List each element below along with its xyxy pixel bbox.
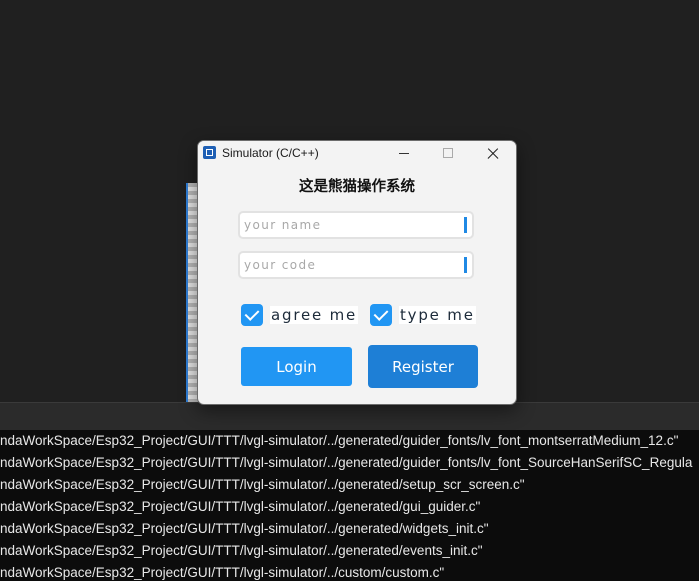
terminal-output: ndaWorkSpace/Esp32_Project/GUI/TTT/lvgl-… <box>0 430 699 581</box>
console-line: ndaWorkSpace/Esp32_Project/GUI/TTT/lvgl-… <box>0 521 489 536</box>
console-line: ndaWorkSpace/Esp32_Project/GUI/TTT/lvgl-… <box>0 565 445 580</box>
console-line: ndaWorkSpace/Esp32_Project/GUI/TTT/lvgl-… <box>0 433 679 448</box>
maximize-button[interactable] <box>426 141 470 167</box>
simulator-window: Simulator (C/C++) 这是熊猫操作系统 agree me type… <box>197 140 517 405</box>
agree-checkbox[interactable]: agree me <box>241 303 359 327</box>
checkmark-icon[interactable] <box>370 304 392 326</box>
form-heading: 这是熊猫操作系统 <box>299 179 415 195</box>
text-cursor <box>464 257 467 273</box>
console-line: ndaWorkSpace/Esp32_Project/GUI/TTT/lvgl-… <box>0 499 481 514</box>
code-input[interactable] <box>244 255 456 275</box>
type-checkbox[interactable]: type me <box>370 303 476 327</box>
terminal-panel-header <box>0 402 699 430</box>
console-line: ndaWorkSpace/Esp32_Project/GUI/TTT/lvgl-… <box>0 455 693 470</box>
app-icon <box>203 146 216 159</box>
window-title: Simulator (C/C++) <box>222 146 319 160</box>
window-titlebar[interactable]: Simulator (C/C++) <box>198 141 516 167</box>
name-field[interactable] <box>238 211 474 239</box>
close-button[interactable] <box>471 141 515 167</box>
console-line: ndaWorkSpace/Esp32_Project/GUI/TTT/lvgl-… <box>0 477 525 492</box>
name-input[interactable] <box>244 215 456 235</box>
code-field[interactable] <box>238 251 474 279</box>
minimize-button[interactable] <box>382 141 426 167</box>
checkmark-icon[interactable] <box>241 304 263 326</box>
console-line: ndaWorkSpace/Esp32_Project/GUI/TTT/lvgl-… <box>0 543 483 558</box>
text-cursor <box>464 217 467 233</box>
agree-checkbox-label: agree me <box>270 306 359 324</box>
type-checkbox-label: type me <box>399 306 476 324</box>
register-button[interactable]: Register <box>368 345 478 388</box>
login-button[interactable]: Login <box>241 347 352 386</box>
